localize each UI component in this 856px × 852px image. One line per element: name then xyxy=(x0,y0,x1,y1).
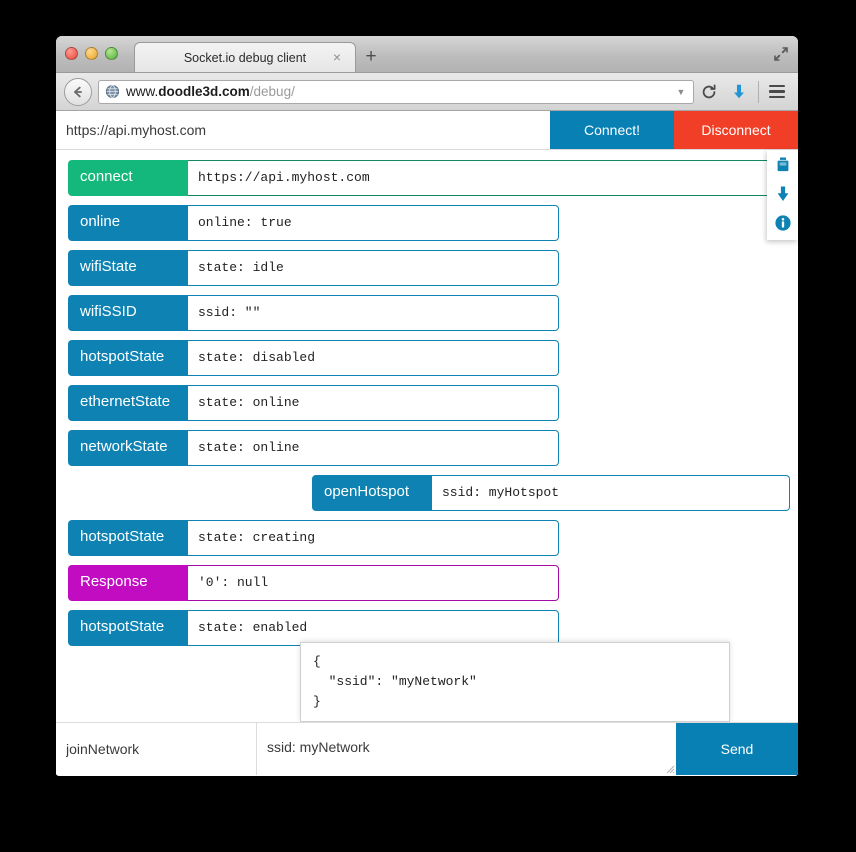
hamburger-menu-icon[interactable] xyxy=(764,80,790,104)
window-minimize-button[interactable] xyxy=(85,47,98,60)
url-path: /debug/ xyxy=(249,84,295,99)
browser-window: Socket.io debug client × + www.doodle3d.… xyxy=(56,36,798,776)
log-row: Response '0': null xyxy=(68,565,559,601)
log-row: online online: true xyxy=(68,205,559,241)
log-row-value: online: true xyxy=(188,205,559,241)
fullscreen-icon[interactable] xyxy=(772,45,790,63)
browser-tab[interactable]: Socket.io debug client × xyxy=(134,42,356,72)
log-row-value: ssid: "" xyxy=(188,295,559,331)
log-row-label[interactable]: connect xyxy=(68,160,188,196)
info-icon[interactable] xyxy=(774,214,792,232)
log-row-value: state: creating xyxy=(188,520,559,556)
host-bar: Connect! Disconnect xyxy=(56,111,798,150)
navbar-divider xyxy=(758,80,759,103)
log-row: openHotspot ssid: myHotspot xyxy=(312,475,790,511)
send-button[interactable]: Send xyxy=(676,723,798,775)
new-tab-icon[interactable]: + xyxy=(362,47,380,66)
disconnect-button[interactable]: Disconnect xyxy=(674,111,798,149)
url-prefix: www. xyxy=(126,84,159,99)
log-row-value: state: idle xyxy=(188,250,559,286)
download-icon[interactable] xyxy=(774,185,792,203)
chevron-down-icon[interactable]: ▼ xyxy=(673,87,689,97)
menu-line xyxy=(769,84,785,88)
page-content: Connect! Disconnect connecthttps://api.m… xyxy=(56,111,798,775)
connect-button[interactable]: Connect! xyxy=(550,111,674,149)
browser-navbar: www.doodle3d.com/debug/ ▼ xyxy=(56,73,798,111)
log-row: hotspotState state: disabled xyxy=(68,340,559,376)
log-row-label[interactable]: networkState xyxy=(68,430,188,466)
log-row-label[interactable]: openHotspot xyxy=(312,475,432,511)
log-row-value: '0': null xyxy=(188,565,559,601)
log-row: wifiSSID ssid: "" xyxy=(68,295,559,331)
log-row-label[interactable]: hotspotState xyxy=(68,610,188,646)
log-row: hotspotState state: creating xyxy=(68,520,559,556)
back-button[interactable] xyxy=(64,77,92,106)
json-preview-popup: { "ssid": "myNetwork" } xyxy=(300,642,730,722)
globe-icon xyxy=(105,84,120,99)
payload-input[interactable] xyxy=(257,723,676,775)
log-row-label[interactable]: wifiSSID xyxy=(68,295,188,331)
log-row-value: state: online xyxy=(188,385,559,421)
log-row-value: state: disabled xyxy=(188,340,559,376)
log-row-value: https://api.myhost.com xyxy=(188,160,790,196)
event-name-input[interactable] xyxy=(56,723,256,775)
log-row-label[interactable]: online xyxy=(68,205,188,241)
menu-line xyxy=(769,95,785,99)
back-arrow-icon xyxy=(74,86,82,97)
log-row-label[interactable]: hotspotState xyxy=(68,340,188,376)
log-actions-panel xyxy=(767,150,798,240)
message-log[interactable]: connect https://api.myhost.com online onlin… xyxy=(56,150,798,722)
browser-tabstrip: Socket.io debug client × + xyxy=(56,36,798,73)
window-zoom-button[interactable] xyxy=(105,47,118,60)
log-row-label[interactable]: wifiState xyxy=(68,250,188,286)
trash-icon[interactable] xyxy=(774,156,792,174)
payload-wrapper xyxy=(256,723,676,775)
url-text: www.doodle3d.com/debug/ xyxy=(126,84,673,99)
log-row-value: state: online xyxy=(188,430,559,466)
log-row: hotspotState state: enabled xyxy=(68,610,559,646)
window-controls xyxy=(65,47,118,60)
reload-button[interactable] xyxy=(697,80,721,104)
download-arrow-icon xyxy=(734,84,744,98)
tab-close-icon[interactable]: × xyxy=(330,50,344,64)
log-row-value: ssid: myHotspot xyxy=(432,475,790,511)
log-row: wifiState state: idle xyxy=(68,250,559,286)
log-row-label[interactable]: Response xyxy=(68,565,188,601)
log-row-value: state: enabled xyxy=(188,610,559,646)
log-row: connect https://api.myhost.com xyxy=(68,160,790,196)
log-row: ethernetState state: online xyxy=(68,385,559,421)
host-input[interactable] xyxy=(56,111,550,149)
menu-line xyxy=(769,90,785,93)
browser-download-button[interactable] xyxy=(725,79,753,105)
message-composer: Send xyxy=(56,722,798,775)
log-row: networkState state: online xyxy=(68,430,559,466)
url-domain: doodle3d.com xyxy=(158,84,250,99)
reload-icon xyxy=(702,83,716,98)
window-close-button[interactable] xyxy=(65,47,78,60)
log-row-label[interactable]: hotspotState xyxy=(68,520,188,556)
tab-title: Socket.io debug client xyxy=(183,50,307,65)
url-bar[interactable]: www.doodle3d.com/debug/ ▼ xyxy=(98,79,694,104)
log-row-label[interactable]: ethernetState xyxy=(68,385,188,421)
